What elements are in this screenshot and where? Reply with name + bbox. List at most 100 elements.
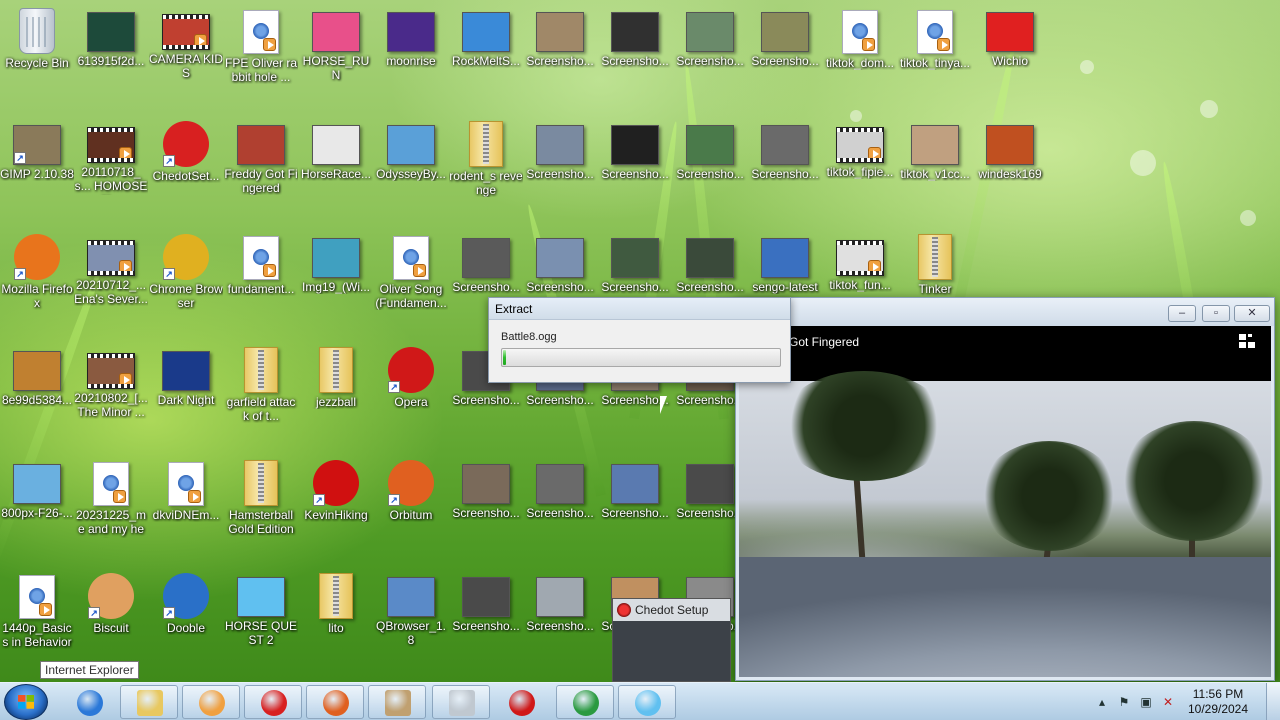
volume-muted-icon[interactable]: ✕ [1160,694,1176,710]
taskbar-button-orbitum[interactable] [306,685,364,719]
extract-dialog-title[interactable]: Extract [489,298,790,320]
desktop-icon[interactable]: ↗ KevinHiking [299,452,373,564]
desktop-icon[interactable]: Screensho... [673,113,747,225]
desktop-icon[interactable]: 800px-F26-... [0,452,74,564]
desktop-icon[interactable]: moonrise [374,0,448,112]
media-badge-icon [263,38,276,51]
taskbar-button-horse-quest[interactable] [618,685,676,719]
desktop-icon[interactable]: OdysseyBy... [374,113,448,225]
taskbar-button-chedot[interactable] [244,685,302,719]
desktop-icon[interactable]: tiktok_fipie... [823,113,897,225]
chedot-setup-window[interactable]: Chedot Setup [612,598,731,682]
extract-dialog[interactable]: Extract Battle8.ogg [488,297,791,383]
desktop-icon[interactable]: dkviDNEm... [149,452,223,564]
desktop-icon[interactable]: 20110718_s... HOMOSEX... [74,113,148,225]
desktop-icon[interactable]: Screensho... [523,0,597,112]
show-hidden-icons-icon[interactable]: ▴ [1094,694,1110,710]
desktop-icon[interactable]: 20231225_me and my het... [74,452,148,564]
desktop-icon[interactable]: lito [299,565,373,677]
desktop-icon[interactable]: Oliver Song (Fundamen... [374,226,448,338]
desktop-icon[interactable]: Screensho... [449,452,523,564]
desktop-icon[interactable]: Screensho... [598,452,672,564]
desktop-icon[interactable]: Recycle Bin [0,0,74,112]
horse-quest-icon [635,690,661,716]
desktop-icon[interactable]: Screensho... [673,0,747,112]
desktop-icon-label: 1440p_Basics in Behavior [2,621,72,649]
start-button[interactable] [4,684,48,720]
desktop-icon[interactable]: 20210802_[... The Minor ... [74,339,148,451]
media-badge-icon [194,34,207,47]
desktop-icon[interactable]: Screensho... [598,113,672,225]
thumb-file-icon [536,12,584,52]
media-player-window[interactable]: ‒ ▫ ✕ Got Fingered [735,297,1275,681]
desktop-icon[interactable]: 20210712_... Ena's Sever... [74,226,148,338]
taskbar-button-media-player[interactable] [182,685,240,719]
taskbar-button-file-explorer[interactable] [120,685,178,719]
desktop-icon[interactable]: Freddy Got Fingered [224,113,298,225]
desktop-icon[interactable]: ↗ Dooble [149,565,223,677]
video-frame[interactable] [739,371,1271,677]
desktop-icon[interactable]: ↗ Mozilla Firefox [0,226,74,338]
desktop-icon[interactable]: 613915f2d... [74,0,148,112]
desktop-icon[interactable]: Img19_(Wi... [299,226,373,338]
desktop-icon[interactable]: RockMeltS... [449,0,523,112]
taskbar-button-extract-app[interactable] [368,685,426,719]
desktop-icon[interactable]: ↗ ChedotSet... [149,113,223,225]
video-file-icon [87,240,135,276]
maximize-button[interactable]: ▫ [1202,305,1230,322]
desktop-icon[interactable]: QBrowser_1.8 [374,565,448,677]
action-center-flag-icon[interactable]: ⚑ [1116,694,1132,710]
desktop-icon[interactable]: jezzball [299,339,373,451]
doc-file-icon [393,236,429,280]
desktop-icon[interactable]: garfield attack of t... [224,339,298,451]
desktop-icon[interactable]: Wichio [973,0,1047,112]
desktop-icon[interactable]: Screensho... [449,565,523,677]
desktop-icon-label: HORSE_RUN [302,54,370,82]
desktop-icon[interactable]: ↗ GIMP 2.10.38 [0,113,74,225]
desktop-icon[interactable]: FPE Oliver rabbit hole ... [224,0,298,112]
desktop-icon[interactable]: windesk169 [973,113,1047,225]
close-button[interactable]: ✕ [1234,305,1270,322]
desktop-icon[interactable]: tiktok_tinya... [898,0,972,112]
desktop-icon[interactable]: Screensho... [523,452,597,564]
taskbar-button-opera[interactable] [492,685,550,719]
desktop-icon[interactable]: 8e99d5384... [0,339,74,451]
desktop-icon[interactable]: ↗ Orbitum [374,452,448,564]
thumb-file-icon [761,238,809,278]
show-desktop-button[interactable] [1266,683,1280,720]
clock[interactable]: 11:56 PM 10/29/2024 [1178,687,1258,717]
chedot-setup-titlebar[interactable]: Chedot Setup [613,599,730,621]
desktop-icon[interactable]: HORSE QUEST 2 [224,565,298,677]
network-icon[interactable]: ▣ [1138,694,1154,710]
desktop-icon[interactable]: ↗ Chrome Browser [149,226,223,338]
desktop-icon[interactable]: Dark Night [149,339,223,451]
taskbar-button-blank-app[interactable] [432,685,490,719]
desktop-icon[interactable]: ↗ Opera [374,339,448,451]
desktop-icon[interactable]: tiktok_dom... [823,0,897,112]
doc-file-icon [93,462,129,506]
taskbar-button-internet-explorer[interactable] [60,685,118,719]
desktop-icon[interactable]: Screensho... [523,113,597,225]
taskbar-button-chrome[interactable] [556,685,614,719]
thumb-file-icon [611,238,659,278]
desktop-icon[interactable]: Screensho... [748,113,822,225]
desktop-icon[interactable]: Screensho... [748,0,822,112]
desktop-icon[interactable]: rodent_s revenge [449,113,523,225]
palm-tree [779,371,949,481]
thumb-file-icon [911,125,959,165]
minimize-button[interactable]: ‒ [1168,305,1196,322]
desktop-icon-label: Wichio [991,54,1028,68]
desktop-icon[interactable]: Screensho... [598,0,672,112]
layout-switch-icon[interactable] [1239,334,1257,348]
desktop-icon[interactable]: fundament... [224,226,298,338]
round-file-icon: ↗ [88,573,134,619]
desktop-icon[interactable]: Screensho... [523,565,597,677]
media-player-titlebar[interactable]: ‒ ▫ ✕ [736,298,1274,326]
folder-file-icon [319,573,353,619]
desktop-icon[interactable]: HORSE_RUN [299,0,373,112]
desktop-icon-label: Screensho... [601,167,669,181]
desktop-icon[interactable]: tiktok_v1cc... [898,113,972,225]
desktop-icon[interactable]: Hamsterball Gold Edition [224,452,298,564]
desktop-icon[interactable]: CAMERA KIDS [149,0,223,112]
desktop-icon[interactable]: HorseRace... [299,113,373,225]
